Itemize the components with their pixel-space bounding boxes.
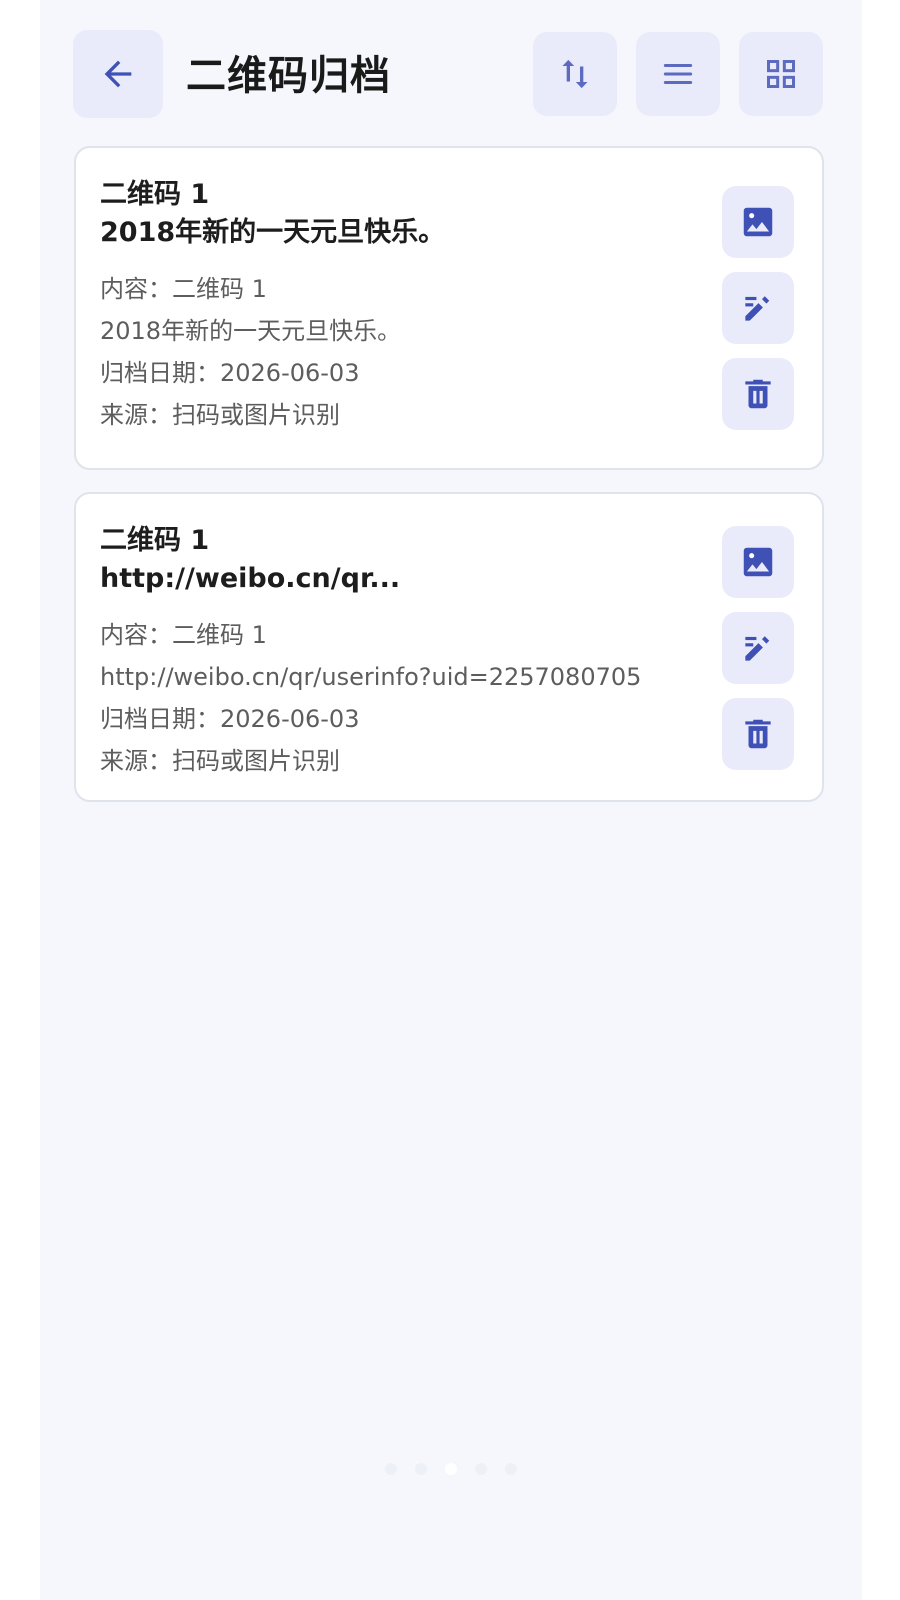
- card-content-label: 内容：二维码 1: [100, 275, 267, 303]
- view-image-button[interactable]: [722, 526, 794, 598]
- card-content-value: 2018年新的一天元旦快乐。: [100, 317, 402, 345]
- card-name: 二维码 1: [100, 179, 210, 210]
- card-source: 来源：扫码或图片识别: [100, 747, 340, 775]
- card-source: 来源：扫码或图片识别: [100, 401, 340, 429]
- grid-view-icon: [767, 59, 795, 88]
- archive-card[interactable]: 二维码 1 2018年新的一天元旦快乐。 内容：二维码 1 2018年新的一天元…: [74, 146, 824, 470]
- arrow-left-icon: [104, 60, 132, 88]
- card-name: 二维码 1: [100, 525, 210, 556]
- card-actions: [722, 186, 794, 444]
- app-screen: 二维码归档 二维码 1 2018年新的一天元旦快乐。 内容：二维码 1 2018…: [40, 0, 862, 1600]
- image-icon: [743, 207, 773, 237]
- card-actions: [722, 526, 794, 784]
- list-view-button[interactable]: [636, 32, 720, 116]
- edit-icon: [745, 296, 770, 321]
- card-content-value: http://weibo.cn/qr/userinfo?uid=22570807…: [100, 663, 642, 691]
- sort-button[interactable]: [533, 32, 617, 116]
- back-button[interactable]: [73, 30, 163, 118]
- card-content-label: 内容：二维码 1: [100, 621, 267, 649]
- page-dot[interactable]: [415, 1463, 427, 1475]
- page-dot-active[interactable]: [445, 1463, 457, 1475]
- card-text: 二维码 1 http://weibo.cn/qr... 内容：二维码 1 htt…: [100, 522, 700, 782]
- page-indicator: [40, 1463, 862, 1475]
- card-headline: 2018年新的一天元旦快乐。: [100, 217, 446, 248]
- card-archive-date: 归档日期：2026-06-03: [100, 359, 360, 387]
- archive-card[interactable]: 二维码 1 http://weibo.cn/qr... 内容：二维码 1 htt…: [74, 492, 824, 802]
- page-dot[interactable]: [475, 1463, 487, 1475]
- card-headline: http://weibo.cn/qr...: [100, 563, 401, 594]
- edit-button[interactable]: [722, 272, 794, 344]
- top-bar: 二维码归档: [40, 0, 862, 140]
- delete-button[interactable]: [722, 358, 794, 430]
- grid-view-button[interactable]: [739, 32, 823, 116]
- page-dot[interactable]: [385, 1463, 397, 1475]
- view-image-button[interactable]: [722, 186, 794, 258]
- image-icon: [743, 547, 773, 577]
- card-text: 二维码 1 2018年新的一天元旦快乐。 内容：二维码 1 2018年新的一天元…: [100, 176, 700, 436]
- trash-icon: [745, 719, 771, 749]
- edit-button[interactable]: [722, 612, 794, 684]
- list-view-icon: [663, 64, 693, 84]
- sort-icon: [562, 59, 588, 89]
- page-dot[interactable]: [505, 1463, 517, 1475]
- page-title: 二维码归档: [186, 53, 391, 99]
- delete-button[interactable]: [722, 698, 794, 770]
- card-archive-date: 归档日期：2026-06-03: [100, 705, 360, 733]
- trash-icon: [745, 379, 771, 409]
- edit-icon: [745, 636, 770, 661]
